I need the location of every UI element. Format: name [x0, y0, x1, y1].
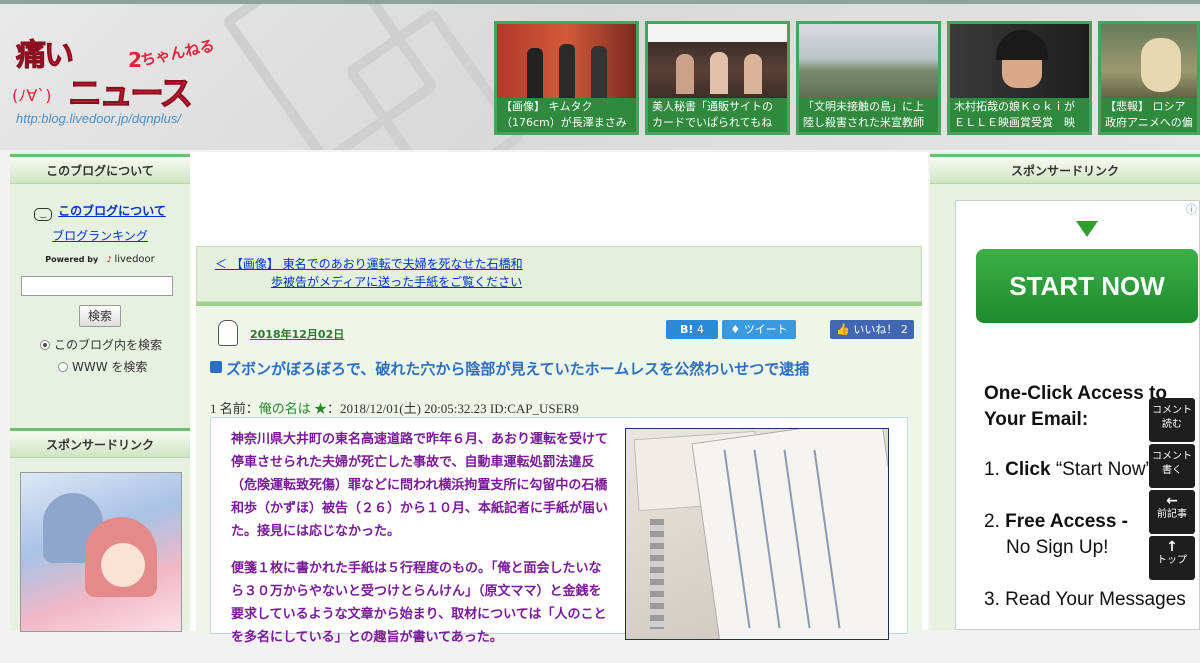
hatena-bookmark-button[interactable]: B! 4 — [666, 320, 718, 339]
logo-url: http:blog.livedoor.jp/dqnplus/ — [16, 111, 182, 126]
about-link[interactable]: このブログについて — [58, 204, 166, 218]
scroll-top-button[interactable]: ↑ トップ — [1149, 536, 1195, 580]
like-label: いいね！ — [853, 323, 898, 336]
thumbnail-caption: 【悲報】 ロシア政府アニメへの偏見が凄 — [1101, 98, 1197, 132]
step-bold: Free Access - — [1005, 511, 1129, 532]
search-input[interactable] — [21, 276, 173, 296]
title-bullet-icon — [210, 361, 222, 373]
ad-info-icon[interactable]: ⓘ — [1186, 201, 1197, 217]
thumbnail-caption: 【画像】 キムタク（176cm）が長澤まさみ（168c — [497, 98, 636, 132]
read-comments-button[interactable]: コメント読む — [1149, 398, 1195, 442]
blog-icon: ‿ — [34, 208, 53, 221]
thumbnail-card[interactable]: 美人秘書「通販サイトのカードでいぱられてもね — [645, 21, 790, 135]
previous-post-button[interactable]: ← 前記事 — [1149, 490, 1195, 534]
thumbnail-card[interactable]: 【悲報】 ロシア政府アニメへの偏見が凄 — [1098, 21, 1200, 135]
livedoor-logo[interactable]: livedoor — [114, 254, 154, 265]
button-label: コメント読む — [1152, 405, 1192, 430]
step-number: 2. — [984, 511, 1000, 532]
radio-icon — [58, 362, 68, 372]
thumbnail-card[interactable]: 【画像】 キムタク（176cm）が長澤まさみ（168c — [494, 21, 639, 135]
powered-by-label: Powered by — [45, 255, 99, 264]
tweet-button[interactable]: ♦ ツイート — [722, 320, 796, 339]
thumbnail-card[interactable]: 「文明未接触の島」に上陸し殺害された米宣教師 遺体 — [796, 21, 941, 135]
search-button[interactable]: 検索 — [79, 305, 121, 327]
thumbnail-image — [799, 24, 938, 102]
sponsor-heading-right: スポンサードリンク — [930, 154, 1200, 184]
facebook-like-button[interactable]: 👍 いいね！ 2 — [830, 320, 914, 339]
post-meta: 1 名前：俺の名は ★：2018/12/01(土) 20:05:32.23 ID… — [210, 398, 579, 417]
logo-news: ニュース — [67, 74, 193, 115]
start-now-button[interactable]: START NOW — [976, 249, 1198, 323]
article-title[interactable]: ズボンがぼろぼろで、破れた穴から陰部が見えていたホームレスを公然わいせつで逮捕 — [226, 358, 809, 379]
ranking-link[interactable]: ブログランキング — [52, 229, 148, 243]
anime-ad-banner[interactable] — [20, 472, 182, 632]
about-box: ‿ このブログについて ブログランキング Powered by ♪ livedoo… — [10, 202, 190, 265]
radio-search-www[interactable]: WWW を検索 — [58, 358, 147, 375]
livedoor-icon: ♪ — [106, 255, 112, 264]
radio-label: このブログ内を検索 — [54, 338, 163, 352]
paragraph: 便箋１枚に書かれた手紙は５行程度のもの。「俺と面会したいなら３０万からやないと受… — [231, 561, 607, 645]
article: 2018年12月02日 B! 4 ♦ ツイート 👍 いいね！ 2 ズボンがぼろぼ… — [196, 302, 922, 645]
arrow-down-icon — [1076, 221, 1098, 237]
author-icon — [218, 320, 238, 346]
main-content: ＜ 【画像】 東名でのあおり運転で夫婦を死なせた石橋和 歩被告がメディアに送った… — [190, 152, 928, 645]
write-comment-button[interactable]: コメント書く — [1149, 444, 1195, 488]
step-number: 1. — [984, 459, 1000, 480]
poster-name: 俺の名は ★ — [258, 401, 328, 416]
logo-kanji: 痛い — [16, 38, 75, 74]
button-label: トップ — [1157, 555, 1187, 566]
radio-selected-icon — [40, 340, 50, 350]
meta-prefix: 1 名前： — [210, 401, 259, 416]
article-text: 神奈川県大井町の東名高速道路で昨年６月、あおり運転を受けて停車させられた夫婦が死… — [231, 428, 611, 663]
twitter-icon: ♦ — [730, 323, 741, 336]
tweet-label: ツイート — [743, 323, 788, 336]
radio-search-blog[interactable]: このブログ内を検索 — [40, 336, 162, 353]
step-number: 3. — [984, 589, 1000, 610]
step-text: Read Your Messages — [1005, 589, 1186, 610]
left-sidebar: このブログについて ‿ このブログについて ブログランキング Powered by… — [10, 152, 190, 632]
step-text: “Start Now” — [1050, 459, 1152, 480]
article-body: 神奈川県大井町の東名高速道路で昨年６月、あおり運転を受けて停車させられた夫婦が死… — [210, 417, 908, 645]
featured-thumbnails: 【画像】 キムタク（176cm）が長澤まさみ（168c 美人秘書「通販サイトのカ… — [494, 21, 1200, 137]
thumbnail-image — [648, 24, 787, 102]
hatena-count: 4 — [696, 323, 704, 336]
thumbnail-image — [1101, 24, 1197, 102]
button-label: 前記事 — [1157, 509, 1187, 520]
arrow-left-icon: ← — [1166, 493, 1178, 509]
paragraph: 神奈川県大井町の東名高速道路で昨年６月、あおり運転を受けて停車させられた夫婦が死… — [231, 432, 609, 539]
sponsor-heading-left: スポンサードリンク — [10, 428, 190, 458]
ad-step: No Sign Up! — [1006, 537, 1108, 559]
thumbnail-caption: 美人秘書「通販サイトのカードでいぱられてもね — [648, 98, 787, 132]
post-date[interactable]: 2018年12月02日 — [250, 326, 344, 342]
ad-step: 1. Click “Start Now” — [984, 459, 1152, 481]
step-text: No Sign Up! — [1006, 537, 1109, 558]
thumbnail-caption: 「文明未接触の島」に上陸し殺害された米宣教師 遺体 — [799, 98, 938, 132]
letter-photo[interactable] — [625, 428, 889, 640]
site-logo[interactable]: 痛い ちゃんねる 2 (ﾉ∀`) ニュース http:blog.livedoor… — [12, 24, 227, 134]
logo-face: (ﾉ∀`) — [12, 86, 52, 105]
step-bold: Click — [1005, 459, 1051, 480]
thumbnail-card[interactable]: 木村拓哉の娘ＫｏｋｉがＥＬＬＥ映画賞受賞 映画未 — [947, 21, 1092, 135]
previous-article-link-cont[interactable]: 歩被告がメディアに送った手紙をご覧ください — [271, 273, 522, 290]
thumbnail-image — [950, 24, 1089, 102]
meta-details: ：2018/12/01(土) 20:05:32.23 ID:CAP_USER9 — [327, 401, 579, 416]
thumbs-up-icon: 👍 — [836, 323, 850, 336]
thumbnail-image — [497, 24, 636, 102]
button-label: コメント書く — [1152, 451, 1192, 476]
site-header: 痛い ちゃんねる 2 (ﾉ∀`) ニュース http:blog.livedoor… — [0, 4, 1200, 150]
previous-article-link[interactable]: ＜ 【画像】 東名でのあおり運転で夫婦を死なせた石橋和 — [215, 255, 523, 272]
previous-article-nav: ＜ 【画像】 東名でのあおり運転で夫婦を死なせた石橋和 歩被告がメディアに送った… — [196, 246, 922, 302]
ad-step: 2. Free Access - — [984, 511, 1128, 533]
radio-label: WWW を検索 — [72, 360, 148, 374]
thumbnail-caption: 木村拓哉の娘ＫｏｋｉがＥＬＬＥ映画賞受賞 映画未 — [950, 98, 1089, 132]
like-count: 2 — [900, 323, 908, 336]
about-heading: このブログについて — [10, 154, 190, 184]
arrow-up-icon: ↑ — [1166, 539, 1178, 555]
ad-step: 3. Read Your Messages — [984, 589, 1186, 611]
hatena-icon: B! — [680, 323, 694, 336]
